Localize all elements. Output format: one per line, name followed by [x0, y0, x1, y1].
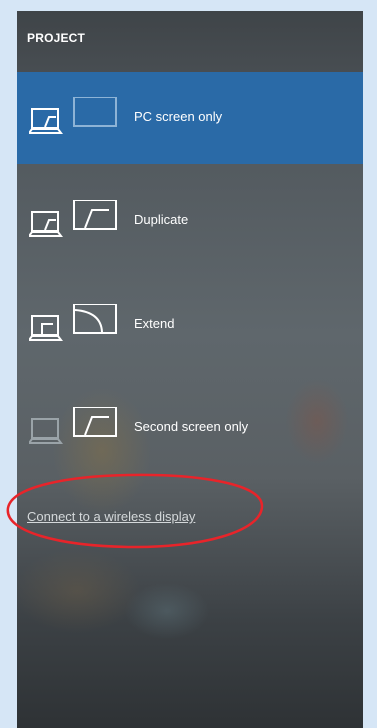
option-pc-screen-only[interactable]: PC screen only: [17, 72, 363, 164]
option-extend[interactable]: Extend: [17, 279, 363, 371]
project-panel: PROJECT PC screen only Duplicate Extend …: [17, 11, 363, 728]
pc-screen-only-icon: [29, 97, 117, 134]
option-label: Extend: [134, 316, 175, 331]
panel-title: PROJECT: [27, 31, 86, 45]
option-label: Duplicate: [134, 212, 189, 227]
connect-wireless-display-link[interactable]: Connect to a wireless display: [27, 509, 195, 524]
extend-icon: [29, 304, 117, 341]
option-label: PC screen only: [134, 109, 223, 124]
duplicate-icon: [29, 200, 117, 237]
option-label: Second screen only: [134, 419, 249, 434]
option-second-screen-only[interactable]: Second screen only: [17, 382, 363, 474]
second-screen-only-icon: [29, 407, 117, 444]
option-duplicate[interactable]: Duplicate: [17, 175, 363, 267]
